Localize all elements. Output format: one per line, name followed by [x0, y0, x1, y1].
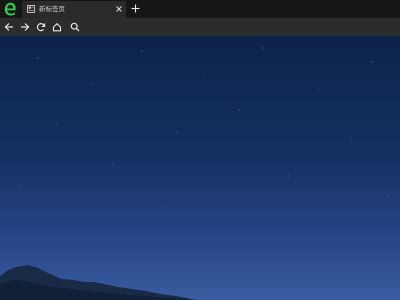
tab-new-tab-page[interactable]: 新标签页 — [22, 1, 126, 18]
browser-logo-icon[interactable] — [0, 0, 20, 18]
close-icon[interactable] — [115, 5, 123, 13]
new-tab-page-icon — [27, 5, 35, 13]
navigation-toolbar — [0, 18, 400, 36]
new-tab-background — [0, 36, 400, 300]
home-icon[interactable] — [52, 22, 62, 32]
plus-icon[interactable] — [131, 4, 140, 13]
tab-strip: 新标签页 — [0, 0, 400, 18]
night-sky-mountain-image — [0, 47, 389, 300]
search-icon[interactable] — [70, 22, 80, 32]
back-arrow-icon[interactable] — [4, 22, 14, 32]
forward-arrow-icon[interactable] — [20, 22, 30, 32]
refresh-icon[interactable] — [36, 22, 46, 32]
tab-title: 新标签页 — [39, 5, 65, 13]
